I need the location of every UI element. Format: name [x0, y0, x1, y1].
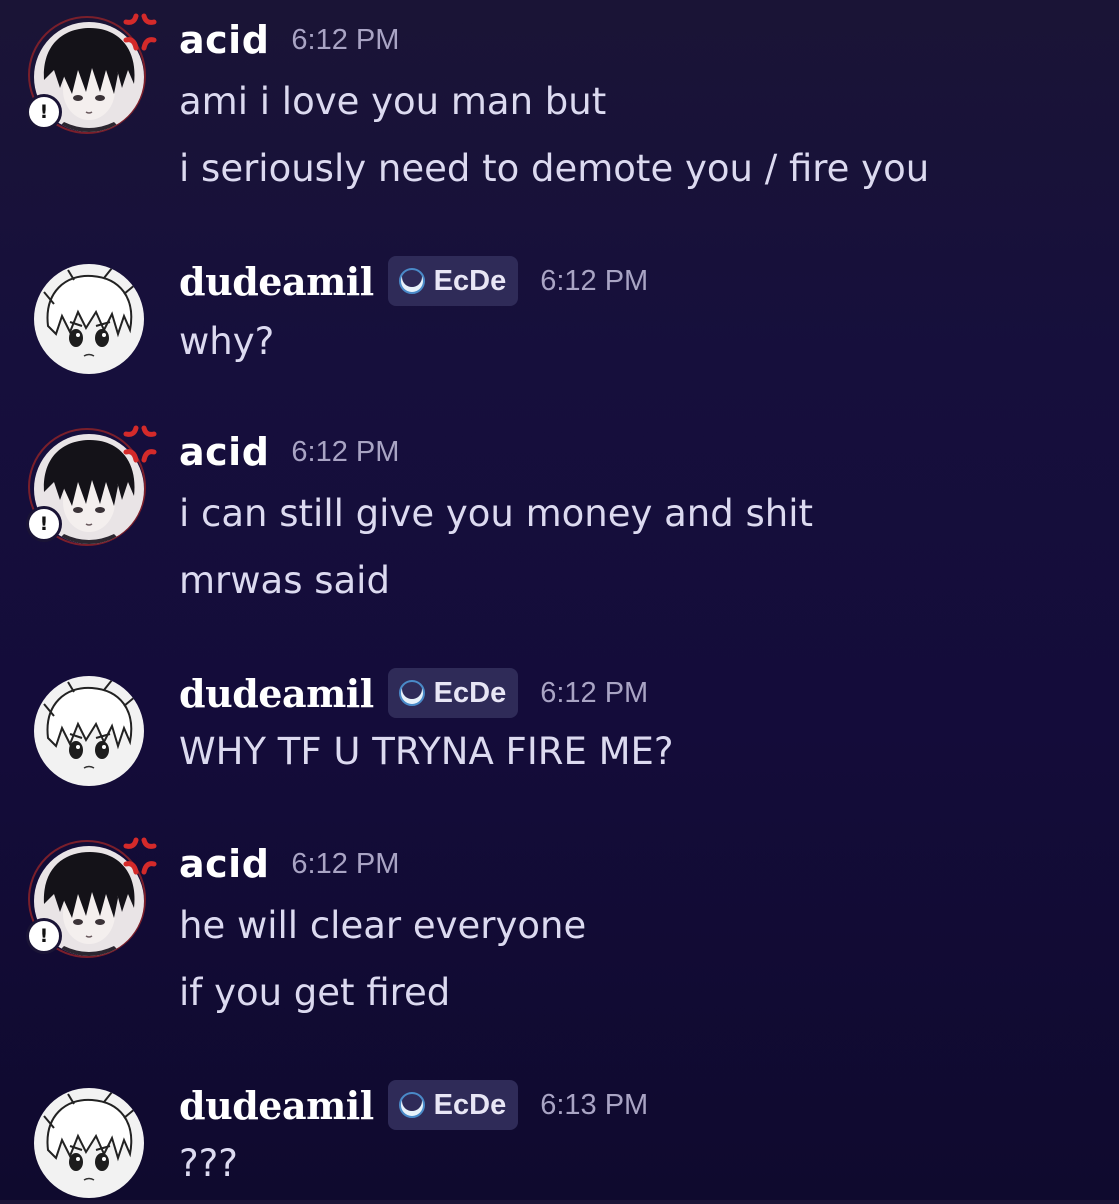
tag-label: EcDe: [433, 264, 507, 297]
message-text: if you get fired: [179, 971, 451, 1014]
username[interactable]: dudeamil: [179, 259, 374, 304]
timestamp[interactable]: 6:12 PM: [540, 265, 648, 298]
anger-mark-icon: [123, 837, 157, 875]
timestamp[interactable]: 6:13 PM: [540, 1089, 648, 1122]
clan-tag[interactable]: EcDe: [387, 1080, 519, 1130]
message-header: dudeamil EcDe 6:13 PM: [179, 1080, 648, 1130]
username[interactable]: acid: [179, 842, 269, 886]
timestamp[interactable]: 6:12 PM: [291, 24, 399, 57]
avatar-dudeamil[interactable]: [28, 670, 150, 792]
message-header: dudeamil EcDe 6:12 PM: [179, 256, 648, 306]
message-text: ???: [179, 1142, 238, 1185]
anger-mark-icon: [123, 13, 157, 51]
message-text: why?: [179, 320, 275, 363]
message-header: acid 6:12 PM: [179, 430, 399, 474]
message-text: i can still give you money and shit: [179, 492, 814, 535]
avatar-dudeamil[interactable]: [28, 258, 150, 380]
avatar-image: [34, 1088, 144, 1198]
exclamation-icon: !: [26, 94, 62, 130]
crescent-icon: [398, 679, 425, 706]
tag-label: EcDe: [433, 1088, 507, 1121]
username[interactable]: acid: [179, 18, 269, 62]
avatar-image: [34, 264, 144, 374]
timestamp[interactable]: 6:12 PM: [291, 848, 399, 881]
avatar-acid[interactable]: !: [26, 13, 157, 138]
crescent-icon: [398, 267, 425, 294]
anger-mark-icon: [123, 425, 157, 463]
username[interactable]: dudeamil: [179, 1083, 374, 1128]
tag-label: EcDe: [433, 676, 507, 709]
avatar-dudeamil[interactable]: [28, 1082, 150, 1204]
message-text: WHY TF U TRYNA FIRE ME?: [179, 730, 674, 773]
crescent-icon: [398, 1091, 425, 1118]
message-header: acid 6:12 PM: [179, 18, 399, 62]
clan-tag[interactable]: EcDe: [387, 668, 519, 718]
message-header: dudeamil EcDe 6:12 PM: [179, 668, 648, 718]
message-text: i seriously need to demote you / fire yo…: [179, 147, 930, 190]
timestamp[interactable]: 6:12 PM: [540, 677, 648, 710]
message-text: mrwas said: [179, 559, 390, 602]
exclamation-icon: !: [26, 506, 62, 542]
username[interactable]: acid: [179, 430, 269, 474]
clan-tag[interactable]: EcDe: [387, 256, 519, 306]
message-text: he will clear everyone: [179, 904, 587, 947]
avatar-acid[interactable]: !: [26, 837, 157, 962]
avatar-image: [34, 676, 144, 786]
timestamp[interactable]: 6:12 PM: [291, 436, 399, 469]
avatar-acid[interactable]: !: [26, 425, 157, 550]
message-header: acid 6:12 PM: [179, 842, 399, 886]
username[interactable]: dudeamil: [179, 671, 374, 716]
message-text: ami i love you man but: [179, 80, 607, 123]
exclamation-icon: !: [26, 918, 62, 954]
